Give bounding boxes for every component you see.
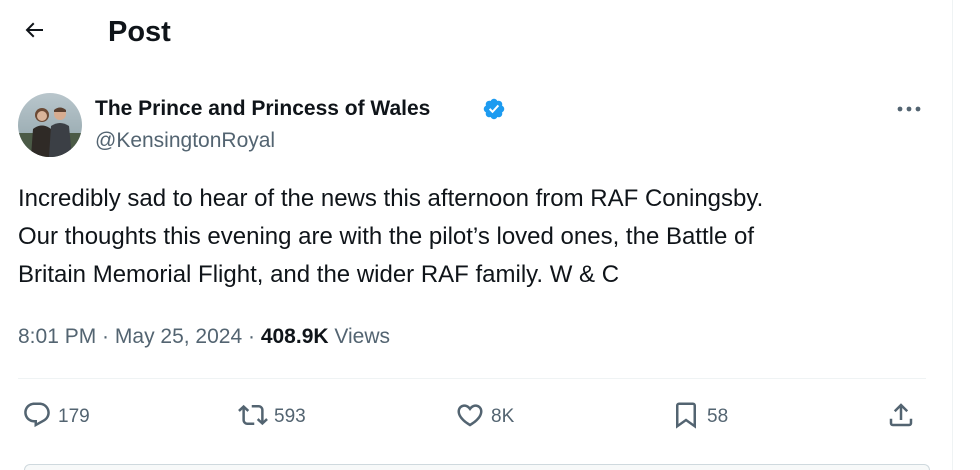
- meta-separator: ·: [96, 325, 115, 348]
- back-button[interactable]: [16, 14, 52, 50]
- arrow-left-icon: [22, 18, 46, 47]
- author-display-name[interactable]: The Prince and Princess of Wales: [95, 96, 430, 122]
- page-header: Post: [0, 0, 952, 64]
- author-handle[interactable]: @KensingtonRoyal: [95, 128, 275, 154]
- bookmark-icon: [671, 400, 701, 435]
- reply-count: 179: [58, 406, 90, 427]
- views-count: 408.9K: [260, 325, 329, 348]
- more-dots-icon: [896, 100, 922, 118]
- divider: [18, 378, 926, 379]
- post-text: Incredibly sad to hear of the news this …: [18, 180, 938, 294]
- views-label: Views: [328, 325, 391, 348]
- post-text-line: Our thoughts this evening are with the p…: [18, 223, 755, 250]
- column-border: [952, 0, 953, 470]
- reply-button[interactable]: 179: [22, 398, 90, 436]
- post-time[interactable]: 8:01 PM: [18, 325, 96, 348]
- meta-separator: ·: [242, 325, 261, 348]
- reply-composer-edge: [24, 464, 930, 470]
- bookmark-count: 58: [707, 406, 729, 427]
- share-icon: [886, 400, 916, 435]
- like-button[interactable]: 8K: [455, 398, 514, 436]
- post-meta: 8:01 PM · May 25, 2024 · 408.9K Views: [18, 322, 390, 352]
- like-count: 8K: [491, 406, 515, 427]
- post-date[interactable]: May 25, 2024: [115, 325, 242, 348]
- page-title: Post: [108, 16, 171, 48]
- post-text-line: Incredibly sad to hear of the news this …: [18, 185, 764, 212]
- heart-icon: [455, 400, 485, 435]
- more-options-button[interactable]: [892, 94, 926, 124]
- reply-icon: [22, 400, 52, 435]
- repost-button[interactable]: 593: [238, 398, 306, 436]
- verified-badge-icon: [482, 97, 506, 121]
- share-button[interactable]: [886, 398, 916, 436]
- post-page: Post The Prince and Princess of Wales @K…: [0, 0, 980, 470]
- bookmark-button[interactable]: 58: [671, 398, 728, 436]
- post-text-line: Britain Memorial Flight, and the wider R…: [18, 261, 620, 288]
- repost-icon: [238, 400, 268, 435]
- repost-count: 593: [274, 406, 306, 427]
- avatar[interactable]: [18, 93, 82, 157]
